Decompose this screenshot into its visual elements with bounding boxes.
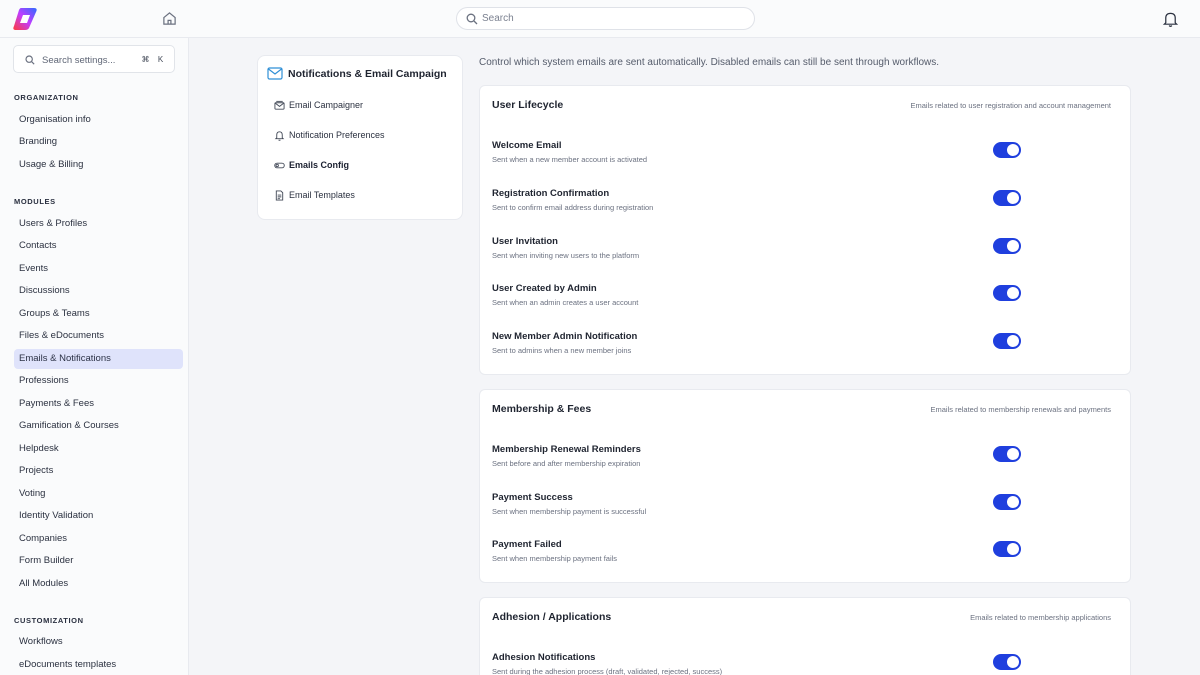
email-name: Welcome Email	[492, 140, 562, 151]
email-row-new-member-admin-notification: New Member Admin Notification Sent to ad…	[480, 331, 1130, 361]
nav-item-label: Notification Preferences	[289, 130, 385, 140]
nav-item-label: Emails Config	[289, 160, 350, 170]
email-enabled-toggle[interactable]	[993, 333, 1021, 349]
settings-sidebar: Search settings... ⌘ K ORGANIZATION Orga…	[0, 38, 189, 675]
email-description: Sent during the adhesion process (draft,…	[492, 667, 723, 675]
sidebar-item-organisation-info[interactable]: Organisation info	[14, 110, 183, 130]
email-description: Sent when membership payment is successf…	[492, 507, 647, 516]
search-icon	[466, 13, 478, 25]
email-name: User Invitation	[492, 236, 558, 247]
email-description: Sent when an admin creates a user accoun…	[492, 298, 639, 307]
email-enabled-toggle[interactable]	[993, 654, 1021, 670]
email-name: Registration Confirmation	[492, 188, 610, 199]
sidebar-item-usage-billing[interactable]: Usage & Billing	[14, 155, 183, 175]
top-bar: Search	[0, 0, 1200, 38]
email-name: New Member Admin Notification	[492, 331, 638, 342]
group-user-lifecycle: User Lifecycle Emails related to user re…	[479, 85, 1131, 375]
nav-title: Notifications & Email Campaign	[288, 68, 447, 80]
sidebar-item-events[interactable]: Events	[14, 259, 183, 279]
sidebar-item-groups-teams[interactable]: Groups & Teams	[14, 304, 183, 324]
section-title-customization: CUSTOMIZATION	[14, 616, 84, 625]
sidebar-item-helpdesk[interactable]: Helpdesk	[14, 439, 183, 459]
group-description: Emails related to membership renewals an…	[930, 405, 1111, 414]
sidebar-item-contacts[interactable]: Contacts	[14, 236, 183, 256]
group-title: Adhesion / Applications	[492, 611, 612, 623]
email-row-membership-renewal-reminders: Membership Renewal Reminders Sent before…	[480, 444, 1130, 474]
sidebar-item-identity-validation[interactable]: Identity Validation	[14, 506, 183, 526]
email-name: User Created by Admin	[492, 283, 597, 294]
sidebar-item-all-modules[interactable]: All Modules	[14, 574, 183, 594]
group-description: Emails related to membership application…	[970, 613, 1111, 622]
settings-search-input[interactable]: Search settings... ⌘ K	[13, 45, 175, 73]
email-description: Sent to admins when a new member joins	[492, 346, 632, 355]
section-title-organization: ORGANIZATION	[14, 93, 79, 102]
sidebar-item-form-builder[interactable]: Form Builder	[14, 551, 183, 571]
sidebar-item-payments-fees[interactable]: Payments & Fees	[14, 394, 183, 414]
sidebar-item-gamification-courses[interactable]: Gamification & Courses	[14, 416, 183, 436]
email-row-welcome-email: Welcome Email Sent when a new member acc…	[480, 140, 1130, 170]
email-enabled-toggle[interactable]	[993, 285, 1021, 301]
sidebar-item-voting[interactable]: Voting	[14, 484, 183, 504]
email-enabled-toggle[interactable]	[993, 446, 1021, 462]
bell-icon	[274, 131, 285, 141]
email-row-payment-success: Payment Success Sent when membership pay…	[480, 492, 1130, 522]
app-logo[interactable]	[12, 7, 38, 31]
email-enabled-toggle[interactable]	[993, 238, 1021, 254]
mail-icon	[267, 67, 283, 80]
page-intro-text: Control which system emails are sent aut…	[479, 57, 940, 68]
k-key-hint: K	[157, 55, 164, 64]
home-icon[interactable]	[162, 11, 177, 26]
command-key-hint: ⌘	[141, 55, 150, 64]
sidebar-item-emails-notifications[interactable]: Emails & Notifications	[14, 349, 183, 369]
search-icon	[25, 55, 35, 65]
group-membership-fees: Membership & Fees Emails related to memb…	[479, 389, 1131, 583]
email-enabled-toggle[interactable]	[993, 541, 1021, 557]
email-row-registration-confirmation: Registration Confirmation Sent to confir…	[480, 188, 1130, 218]
email-name: Payment Success	[492, 492, 573, 503]
email-description: Sent to confirm email address during reg…	[492, 203, 654, 212]
bell-icon[interactable]	[1162, 10, 1179, 28]
sidebar-item-users-profiles[interactable]: Users & Profiles	[14, 214, 183, 234]
sidebar-item-branding[interactable]: Branding	[14, 132, 183, 152]
toggle-icon	[274, 162, 285, 169]
sidebar-item-companies[interactable]: Companies	[14, 529, 183, 549]
email-name: Adhesion Notifications	[492, 652, 596, 663]
email-enabled-toggle[interactable]	[993, 190, 1021, 206]
mail-stack-icon	[274, 100, 285, 110]
sidebar-item-edocuments-templates[interactable]: eDocuments templates	[14, 655, 183, 675]
search-placeholder: Search	[482, 13, 514, 24]
email-description: Sent when a new member account is activa…	[492, 155, 648, 164]
email-description: Sent when membership payment fails	[492, 554, 618, 563]
global-search-input[interactable]: Search	[456, 7, 755, 30]
sidebar-item-projects[interactable]: Projects	[14, 461, 183, 481]
settings-search-placeholder: Search settings...	[42, 55, 116, 66]
email-description: Sent when inviting new users to the plat…	[492, 251, 640, 260]
sidebar-item-discussions[interactable]: Discussions	[14, 281, 183, 301]
nav-item-label: Email Templates	[289, 190, 355, 200]
group-title: User Lifecycle	[492, 99, 564, 111]
email-name: Membership Renewal Reminders	[492, 444, 641, 455]
email-row-user-created-by-admin: User Created by Admin Sent when an admin…	[480, 283, 1130, 313]
email-enabled-toggle[interactable]	[993, 494, 1021, 510]
email-description: Sent before and after membership expirat…	[492, 459, 641, 468]
email-row-user-invitation: User Invitation Sent when inviting new u…	[480, 236, 1130, 266]
email-settings-nav: Notifications & Email Campaign Email Cam…	[257, 55, 463, 220]
sidebar-item-workflows[interactable]: Workflows	[14, 632, 183, 652]
sidebar-item-professions[interactable]: Professions	[14, 371, 183, 391]
group-adhesion-applications: Adhesion / Applications Emails related t…	[479, 597, 1131, 675]
section-title-modules: MODULES	[14, 197, 56, 206]
group-title: Membership & Fees	[492, 403, 592, 415]
email-row-adhesion-notifications: Adhesion Notifications Sent during the a…	[480, 652, 1130, 675]
email-enabled-toggle[interactable]	[993, 142, 1021, 158]
email-row-payment-failed: Payment Failed Sent when membership paym…	[480, 539, 1130, 569]
group-description: Emails related to user registration and …	[910, 101, 1111, 110]
document-icon	[275, 190, 284, 201]
email-name: Payment Failed	[492, 539, 562, 550]
sidebar-item-files-edocuments[interactable]: Files & eDocuments	[14, 326, 183, 346]
nav-item-label: Email Campaigner	[289, 100, 364, 110]
